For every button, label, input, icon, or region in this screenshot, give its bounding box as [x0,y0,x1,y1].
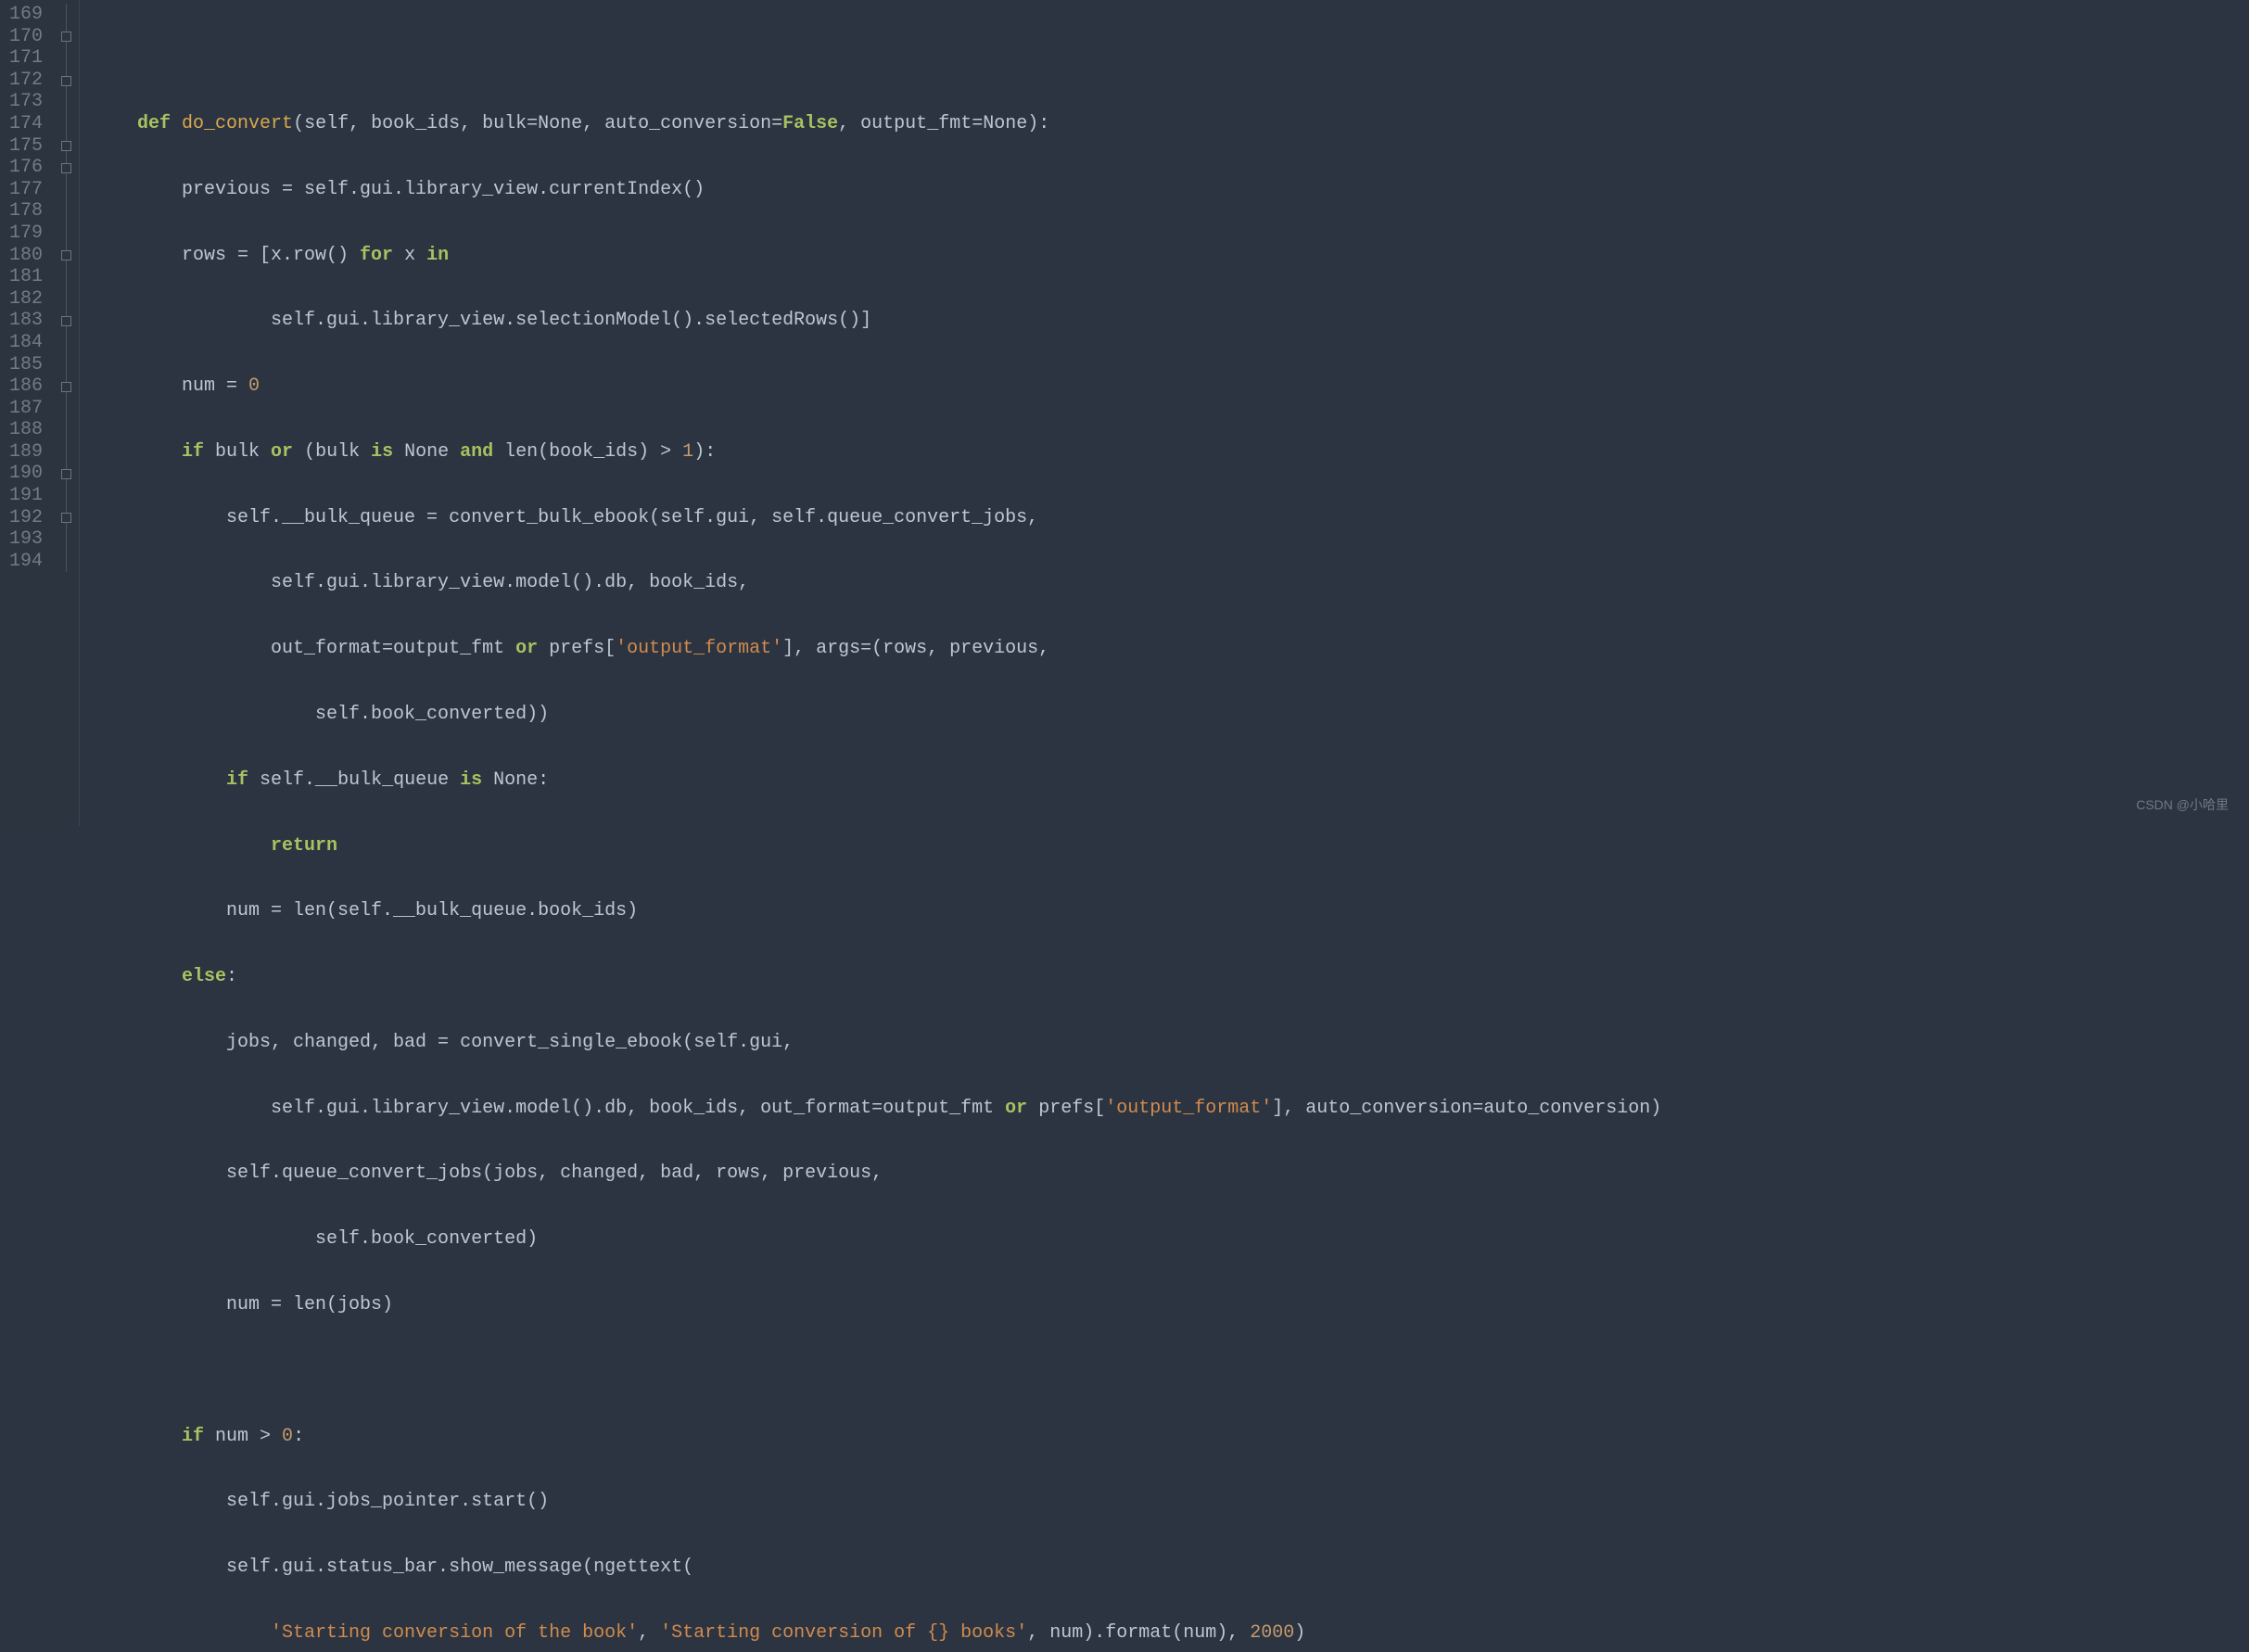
line-number: 186 [4,375,43,398]
code-line: if bulk or (bulk is None and len(book_id… [93,441,2249,464]
fold-guide [52,266,79,288]
line-number-gutter[interactable]: 1691701711721731741751761771781791801811… [0,0,52,826]
fold-guide [52,551,79,573]
line-number: 174 [4,113,43,135]
line-number: 188 [4,419,43,441]
code-line: num = 0 [93,375,2249,398]
fold-guide [52,419,79,441]
code-line: self.book_converted) [93,1228,2249,1251]
line-number: 170 [4,26,43,48]
code-line [93,1360,2249,1382]
line-number: 173 [4,91,43,113]
code-line: self.gui.library_view.model().db, book_i… [93,572,2249,594]
code-line: if self.__bulk_queue is None: [93,769,2249,792]
fold-toggle-icon[interactable] [52,310,79,332]
fold-guide [52,179,79,201]
fold-toggle-icon[interactable] [52,463,79,485]
code-line [93,47,2249,70]
code-line: num = len(self.__bulk_queue.book_ids) [93,900,2249,922]
fold-guide [52,485,79,507]
fold-toggle-icon[interactable] [52,135,79,158]
code-line: previous = self.gui.library_view.current… [93,179,2249,201]
fold-guide [52,4,79,26]
code-line: self.gui.status_bar.show_message(ngettex… [93,1557,2249,1579]
code-line: jobs, changed, bad = convert_single_eboo… [93,1032,2249,1054]
fold-guide [52,441,79,464]
line-number: 183 [4,310,43,332]
code-line: return [93,835,2249,858]
fold-guide [52,113,79,135]
code-editor: 1691701711721731741751761771781791801811… [0,0,2249,826]
line-number: 177 [4,179,43,201]
code-area[interactable]: def do_convert(self, book_ids, bulk=None… [80,0,2249,826]
fold-toggle-icon[interactable] [52,245,79,267]
line-number: 181 [4,266,43,288]
fold-guide [52,91,79,113]
line-number: 185 [4,354,43,376]
line-number: 184 [4,332,43,354]
line-number: 178 [4,200,43,222]
watermark: CSDN @小哈里 [2136,797,2229,813]
line-number: 171 [4,47,43,70]
line-number: 189 [4,441,43,464]
line-number: 172 [4,70,43,92]
line-number: 191 [4,485,43,507]
line-number: 190 [4,463,43,485]
fold-toggle-icon[interactable] [52,375,79,398]
fold-gutter[interactable] [52,0,80,826]
line-number: 176 [4,157,43,179]
code-line: if num > 0: [93,1426,2249,1448]
line-number: 179 [4,222,43,245]
line-number: 175 [4,135,43,158]
fold-guide [52,354,79,376]
code-line: out_format=output_fmt or prefs['output_f… [93,638,2249,660]
fold-toggle-icon[interactable] [52,26,79,48]
code-line: else: [93,966,2249,988]
fold-toggle-icon[interactable] [52,507,79,529]
fold-guide [52,200,79,222]
code-line: rows = [x.row() for x in [93,245,2249,267]
line-number: 192 [4,507,43,529]
code-line: 'Starting conversion of the book', 'Star… [93,1622,2249,1645]
code-line: self.book_converted)) [93,704,2249,726]
code-line: self.gui.library_view.model().db, book_i… [93,1098,2249,1120]
code-line: self.__bulk_queue = convert_bulk_ebook(s… [93,507,2249,529]
code-line: def do_convert(self, book_ids, bulk=None… [93,113,2249,135]
line-number: 169 [4,4,43,26]
fold-guide [52,47,79,70]
code-line: num = len(jobs) [93,1294,2249,1316]
line-number: 182 [4,288,43,311]
line-number: 187 [4,398,43,420]
fold-guide [52,222,79,245]
fold-guide [52,528,79,551]
fold-toggle-icon[interactable] [52,70,79,92]
fold-guide [52,288,79,311]
fold-toggle-icon[interactable] [52,157,79,179]
code-line: self.gui.jobs_pointer.start() [93,1491,2249,1513]
code-line: self.gui.library_view.selectionModel().s… [93,310,2249,332]
line-number: 193 [4,528,43,551]
line-number: 180 [4,245,43,267]
code-line: self.queue_convert_jobs(jobs, changed, b… [93,1163,2249,1185]
line-number: 194 [4,551,43,573]
fold-guide [52,332,79,354]
fold-guide [52,398,79,420]
